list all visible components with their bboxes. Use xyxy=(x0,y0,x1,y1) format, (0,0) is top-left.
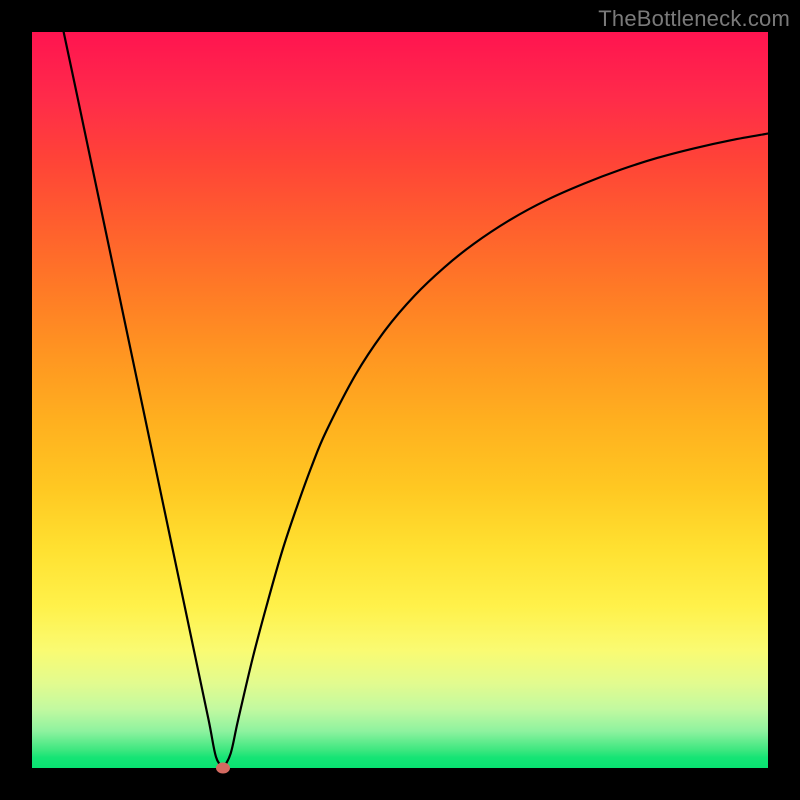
curve-left-branch xyxy=(64,32,224,768)
bottleneck-curve xyxy=(32,32,768,768)
curve-right-branch xyxy=(223,134,768,768)
watermark-text: TheBottleneck.com xyxy=(598,6,790,32)
chart-frame: TheBottleneck.com xyxy=(0,0,800,800)
minimum-marker xyxy=(216,763,230,774)
plot-area xyxy=(32,32,768,768)
